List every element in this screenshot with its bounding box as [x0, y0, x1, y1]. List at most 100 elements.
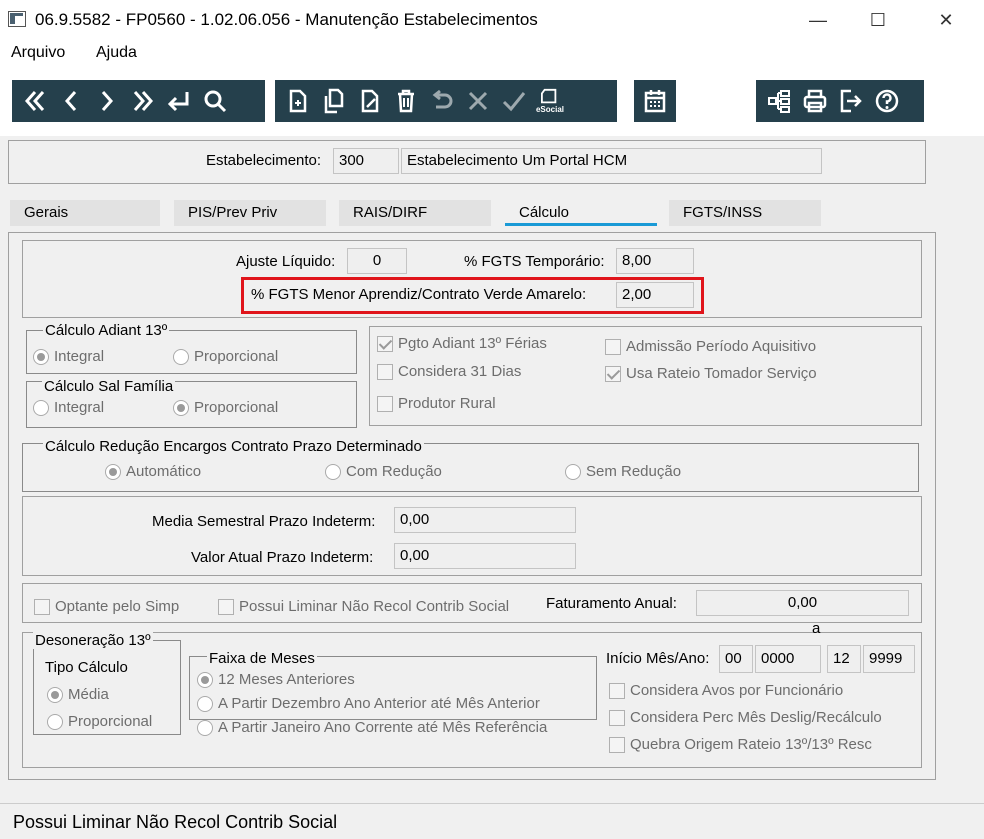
tab-gerais[interactable]: Gerais	[10, 200, 160, 226]
exit-icon[interactable]	[834, 84, 868, 118]
perc-label: Considera Perc Mês Deslig/Recálculo	[630, 709, 882, 726]
perc-check[interactable]: Considera Perc Mês Deslig/Recálculo	[609, 709, 882, 726]
delete-icon[interactable]	[389, 84, 423, 118]
checkbox-icon	[377, 363, 393, 380]
maximize-button[interactable]: ☐	[848, 0, 908, 40]
valor-field[interactable]: 0,00	[394, 543, 576, 569]
pgto-adiant-check[interactable]: Pgto Adiant 13º Férias	[377, 335, 547, 352]
radio-icon	[325, 463, 341, 480]
menu-arquivo[interactable]: Arquivo	[11, 44, 65, 62]
checkbox-icon	[609, 709, 625, 726]
desoneracao-title: Desoneração 13º	[33, 632, 153, 649]
valor-label: Valor Atual Prazo Indeterm:	[191, 549, 374, 566]
checkbox-icon	[218, 598, 234, 615]
reducao-com-label: Com Redução	[346, 463, 442, 480]
faixa-dezembro[interactable]: A Partir Dezembro Ano Anterior até Mês A…	[197, 695, 540, 712]
adiant13-title: Cálculo Adiant 13º	[43, 322, 170, 339]
radio-icon	[47, 713, 63, 730]
esocial-icon[interactable]: eSocial	[533, 84, 567, 118]
radio-icon	[47, 686, 63, 703]
inicio-ano-field[interactable]: 0000	[755, 645, 821, 673]
considera31-check[interactable]: Considera 31 Dias	[377, 363, 521, 380]
optante-check[interactable]: Optante pelo Simp	[34, 598, 179, 615]
faixa-12-meses[interactable]: 12 Meses Anteriores	[197, 671, 355, 688]
menu-ajuda[interactable]: Ajuda	[96, 44, 137, 62]
undo-icon[interactable]	[425, 84, 459, 118]
adiant13-proporcional[interactable]: Proporcional	[173, 348, 278, 365]
tab-pis-prev[interactable]: PIS/Prev Priv	[174, 200, 326, 226]
help-icon[interactable]	[870, 84, 904, 118]
radio-icon	[197, 695, 213, 712]
reducao-sem-label: Sem Redução	[586, 463, 682, 480]
produtor-label: Produtor Rural	[398, 395, 496, 412]
title-bar: 06.9.5582 - FP0560 - 1.02.06.056 - Manut…	[0, 0, 984, 40]
tipo-proporcional[interactable]: Proporcional	[47, 713, 152, 730]
fgts-aprendiz-field[interactable]: 2,00	[616, 282, 694, 308]
media-label: Media Semestral Prazo Indeterm:	[152, 513, 376, 530]
close-button[interactable]: ✕	[916, 0, 976, 40]
copy-icon[interactable]	[317, 84, 351, 118]
radio-icon	[197, 671, 213, 688]
first-icon[interactable]	[18, 84, 52, 118]
radio-icon	[197, 719, 213, 736]
produtor-check[interactable]: Produtor Rural	[377, 395, 496, 412]
checkbox-icon	[605, 338, 621, 355]
confirm-icon[interactable]	[497, 84, 531, 118]
adiant13-integral-label: Integral	[54, 348, 105, 365]
rateio-check[interactable]: Usa Rateio Tomador Serviço	[605, 365, 817, 382]
media-field[interactable]: 0,00	[394, 507, 576, 533]
checkbox-icon	[609, 736, 625, 753]
minimize-button[interactable]: —	[788, 0, 848, 40]
radio-icon	[173, 348, 189, 365]
fim-mes-field[interactable]: 12	[827, 645, 861, 673]
faixa3-label: A Partir Janeiro Ano Corrente até Mês Re…	[218, 719, 548, 736]
new-icon[interactable]	[281, 84, 315, 118]
checkbox-icon	[377, 395, 393, 412]
inicio-mes-field[interactable]: 00	[719, 645, 753, 673]
liminar-label: Possui Liminar Não Recol Contrib Social	[239, 598, 510, 615]
structure-icon[interactable]	[762, 84, 796, 118]
salfamilia-integral[interactable]: Integral	[33, 399, 104, 416]
admissao-check[interactable]: Admissão Período Aquisitivo	[605, 338, 816, 355]
fim-ano-field[interactable]: 9999	[863, 645, 915, 673]
adiant13-integral[interactable]: Integral	[33, 348, 104, 365]
toolbar-edit-group: eSocial	[275, 80, 617, 122]
toolbar-calendar-group	[634, 80, 676, 122]
reducao-com[interactable]: Com Redução	[325, 463, 442, 480]
salfamilia-title: Cálculo Sal Família	[42, 378, 176, 395]
tipo-proporcional-label: Proporcional	[68, 713, 153, 730]
next-icon[interactable]	[90, 84, 124, 118]
ajuste-field[interactable]: 0	[347, 248, 407, 274]
rateio-label: Usa Rateio Tomador Serviço	[626, 365, 817, 382]
faixa-janeiro[interactable]: A Partir Janeiro Ano Corrente até Mês Re…	[197, 719, 547, 736]
search-icon[interactable]	[198, 84, 232, 118]
fgts-temp-field[interactable]: 8,00	[616, 248, 694, 274]
optante-label: Optante pelo Simp	[55, 598, 180, 615]
faturamento-field[interactable]: 0,00	[696, 590, 909, 616]
tab-calculo[interactable]: Cálculo	[505, 200, 657, 226]
checkbox-icon	[34, 598, 50, 615]
tab-rais-dirf[interactable]: RAIS/DIRF	[339, 200, 491, 226]
liminar-check[interactable]: Possui Liminar Não Recol Contrib Social	[218, 598, 509, 615]
last-icon[interactable]	[126, 84, 160, 118]
edit-icon[interactable]	[353, 84, 387, 118]
toolbar-right-group	[756, 80, 924, 122]
previous-icon[interactable]	[54, 84, 88, 118]
print-icon[interactable]	[798, 84, 832, 118]
salfamilia-proporcional-label: Proporcional	[194, 399, 279, 416]
salfamilia-proporcional[interactable]: Proporcional	[173, 399, 278, 416]
reducao-automatico[interactable]: Automático	[105, 463, 201, 480]
quebra-check[interactable]: Quebra Origem Rateio 13º/13º Resc	[609, 736, 872, 753]
radio-icon	[565, 463, 581, 480]
reducao-sem[interactable]: Sem Redução	[565, 463, 681, 480]
estab-code-field[interactable]: 300	[333, 148, 399, 174]
fgts-aprendiz-label: % FGTS Menor Aprendiz/Contrato Verde Ama…	[251, 286, 587, 303]
tab-fgts-inss[interactable]: FGTS/INSS	[669, 200, 821, 226]
avos-check[interactable]: Considera Avos por Funcionário	[609, 682, 843, 699]
cancel-icon[interactable]	[461, 84, 495, 118]
radio-icon	[173, 399, 189, 416]
status-bar: Possui Liminar Não Recol Contrib Social	[0, 803, 984, 839]
return-icon[interactable]	[162, 84, 196, 118]
calendar-icon[interactable]	[638, 84, 672, 118]
tipo-media[interactable]: Média	[47, 686, 109, 703]
